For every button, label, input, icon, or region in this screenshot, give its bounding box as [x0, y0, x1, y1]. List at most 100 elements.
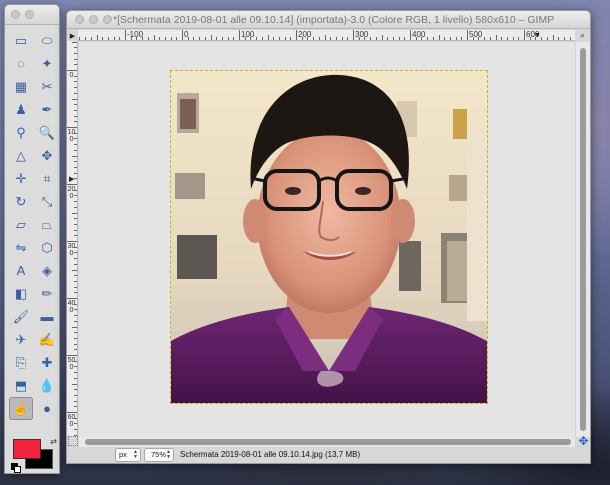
- tool-button[interactable]: ♟: [9, 98, 33, 121]
- vertical-scroll-thumb[interactable]: [580, 48, 586, 431]
- ruler-tick: [74, 235, 77, 237]
- ruler-tick: [159, 37, 161, 40]
- paintbrush-icon: 🖌: [12, 309, 30, 324]
- zoom-image-icon[interactable]: ⌕: [575, 30, 590, 41]
- canvas-area[interactable]: [79, 42, 575, 437]
- tool-button[interactable]: ▦: [9, 75, 33, 98]
- ruler-tick: [421, 37, 423, 40]
- unit-value: px: [119, 450, 127, 459]
- tool-button[interactable]: 💧: [35, 374, 59, 397]
- tool-button[interactable]: ✚: [35, 351, 59, 374]
- ruler-tick: [74, 246, 77, 248]
- tool-button[interactable]: 🖌: [9, 305, 33, 328]
- tool-button[interactable]: ⬒: [9, 374, 33, 397]
- tool-button[interactable]: ◌: [9, 52, 33, 75]
- tool-button[interactable]: ●: [35, 397, 59, 420]
- ruler-tick: [370, 37, 372, 40]
- ruler-tick: [79, 37, 81, 40]
- tool-button[interactable]: A: [9, 259, 33, 282]
- minimize-button[interactable]: [89, 15, 98, 24]
- ruler-tick: [495, 35, 497, 40]
- tool-button[interactable]: ↻: [9, 190, 33, 213]
- ruler-tick: [107, 37, 109, 40]
- scale-icon: ⤡: [41, 194, 53, 209]
- ruler-label: 600: [67, 414, 76, 428]
- image-canvas-photo[interactable]: [170, 70, 488, 404]
- ruler-tick: [74, 423, 77, 425]
- tool-button[interactable]: ✦: [35, 52, 59, 75]
- ruler-tick: [67, 184, 77, 185]
- close-button[interactable]: [75, 15, 84, 24]
- vertical-ruler[interactable]: 0 100 200 300 400 500 600 ▶: [67, 41, 78, 437]
- ruler-tick: [74, 320, 77, 322]
- image-menu-button[interactable]: ▶: [67, 30, 78, 41]
- quick-mask-toggle-icon[interactable]: [68, 436, 78, 446]
- tool-button[interactable]: ☝: [9, 397, 33, 420]
- vertical-scrollbar[interactable]: [576, 42, 590, 437]
- tool-button[interactable]: ✏: [35, 282, 59, 305]
- ruler-tick: [67, 241, 77, 242]
- ink-icon: ✍: [38, 332, 56, 347]
- default-colors-icon[interactable]: [11, 463, 21, 473]
- tool-button[interactable]: ◈: [35, 259, 59, 282]
- ruler-tick: [375, 37, 377, 40]
- ruler-tick: [136, 37, 138, 40]
- ruler-tick: [221, 37, 223, 40]
- swap-colors-icon[interactable]: ⇄: [50, 437, 57, 446]
- tool-button[interactable]: ✥: [35, 144, 59, 167]
- ruler-tick: [125, 30, 126, 40]
- ruler-tick: [512, 37, 514, 40]
- tool-button[interactable]: ✍: [35, 328, 59, 351]
- ruler-tick: [216, 37, 218, 40]
- ruler-tick: [67, 70, 77, 71]
- minimize-button[interactable]: [25, 10, 34, 19]
- tool-button[interactable]: ✈: [9, 328, 33, 351]
- heal-icon: ✚: [41, 355, 53, 370]
- ruler-tick: [153, 35, 155, 40]
- ruler-tick: [341, 37, 343, 40]
- zoom-select[interactable]: 75% ▲ ▼: [144, 448, 174, 462]
- unit-select[interactable]: px ▲ ▼: [115, 448, 141, 462]
- horizontal-scroll-thumb[interactable]: [85, 439, 571, 445]
- ruler-tick: [74, 52, 77, 54]
- horizontal-scrollbar[interactable]: [79, 437, 575, 447]
- move-icon: ✥: [41, 148, 53, 163]
- horizontal-ruler[interactable]: -1000100200300400500600700▼: [78, 30, 575, 41]
- ruler-tick: [244, 37, 246, 40]
- ruler-tick: [546, 37, 548, 40]
- tool-button[interactable]: ⏢: [35, 213, 59, 236]
- ruler-tick: [74, 206, 77, 208]
- ruler-tick: [239, 30, 240, 40]
- ruler-tick: [74, 104, 77, 106]
- close-button[interactable]: [11, 10, 20, 19]
- foreground-color-swatch[interactable]: [13, 439, 41, 459]
- tool-button[interactable]: ▭: [9, 29, 33, 52]
- ruler-tick: [164, 37, 166, 40]
- tool-button[interactable]: ⚲: [9, 121, 33, 144]
- zoom-spin-icon: ▲ ▼: [166, 449, 171, 460]
- ruler-tick: [72, 269, 77, 271]
- tool-button[interactable]: ▱: [9, 213, 33, 236]
- tool-button[interactable]: ✂: [35, 75, 59, 98]
- tool-button[interactable]: ⤡: [35, 190, 59, 213]
- tool-button[interactable]: ⬡: [35, 236, 59, 259]
- tool-button[interactable]: ⬭: [35, 29, 59, 52]
- tool-button[interactable]: ⎘: [9, 351, 33, 374]
- ruler-tick: [74, 303, 77, 305]
- tool-button[interactable]: ✒: [35, 98, 59, 121]
- tool-button[interactable]: △: [9, 144, 33, 167]
- tool-button[interactable]: 🔍: [35, 121, 59, 144]
- tool-button[interactable]: ✛: [9, 167, 33, 190]
- ruler-tick: [113, 37, 115, 40]
- ruler-tick: [478, 37, 480, 40]
- ruler-tick: [74, 406, 77, 408]
- tool-button[interactable]: ⌗: [35, 167, 59, 190]
- tool-button[interactable]: ⇋: [9, 236, 33, 259]
- ruler-tick: [74, 332, 77, 334]
- tool-button[interactable]: ◧: [9, 282, 33, 305]
- status-message: Schermata 2019-08-01 alle 09.10.14.jpg (…: [180, 450, 361, 459]
- tool-button[interactable]: ▬: [35, 305, 59, 328]
- ruler-label: 400: [67, 300, 76, 314]
- zoom-button[interactable]: [103, 15, 112, 24]
- ruler-tick: [284, 37, 286, 40]
